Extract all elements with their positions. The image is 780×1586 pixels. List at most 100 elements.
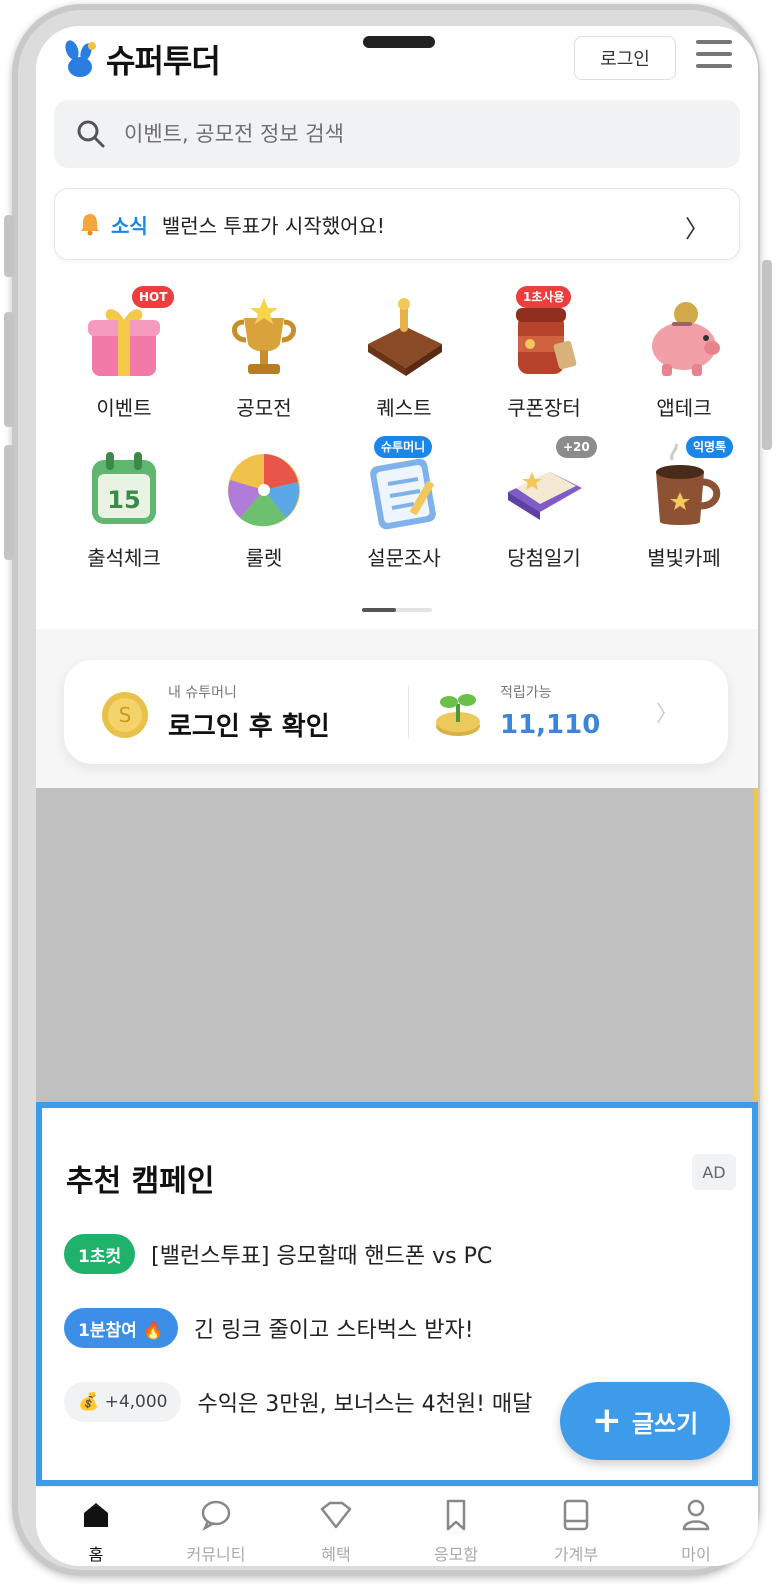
category-badge: 익명톡 [686,436,734,458]
nav-label: 마이 [681,1545,711,1564]
category-starlight-cafe[interactable]: 익명톡 별빛카페 [614,436,754,571]
calendar-icon: 15 [78,442,170,534]
category-survey[interactable]: 슈투머니 설문조사 [334,436,474,571]
nav-label: 홈 [88,1545,104,1564]
phone-volume-up-button [4,312,14,427]
chevron-right-icon: 〉 [685,215,709,243]
money-caption: 적립가능 [500,685,552,701]
category-label: 당첨일기 [507,546,581,570]
category-label: 공모전 [236,396,292,420]
category-label: 퀘스트 [376,396,432,420]
notice-banner[interactable]: 소식 밸런스 투표가 시작했어요! 〉 [54,188,740,260]
nav-label: 커뮤니티 [186,1545,246,1564]
category-apptech[interactable]: 앱테크 [614,292,754,421]
money-available-value: 11,110 [500,710,601,740]
coffee-cup-icon: 1초사용 [498,286,590,384]
category-label: 설문조사 [367,546,441,570]
svg-text:15: 15 [107,486,140,514]
chevron-right-icon: 〉 [655,702,678,727]
money-login-value: 로그인 후 확인 [168,712,330,742]
campaign-item[interactable]: 1분참여 🔥 긴 링크 줄이고 스타벅스 받자! [64,1308,474,1348]
svg-text:S: S [119,703,132,727]
category-badge: 1초사용 [516,286,572,308]
category-event[interactable]: HOT 이벤트 [54,286,194,421]
user-icon [682,1499,710,1531]
nav-entries[interactable]: 응모함 [396,1495,516,1565]
phone-volume-down-button [4,445,14,560]
money-card[interactable]: S 내 슈투머니 로그인 후 확인 적립가능 11,110 〉 [64,660,728,764]
ad-edge-strip [754,788,758,1102]
page-indicator-active [362,608,396,612]
category-contest[interactable]: 공모전 [194,292,334,421]
chat-bubble-icon [201,1500,231,1531]
campaign-item[interactable]: 1초컷 [밸런스투표] 응모할때 핸드폰 vs PC [64,1234,492,1274]
category-roulette[interactable]: 룰렛 [194,442,334,571]
section-title: 추천 캠페인 [66,1164,215,1199]
nav-label: 가계부 [553,1545,599,1564]
roulette-icon [218,442,310,534]
category-attendance[interactable]: 15 출석체크 [54,442,194,571]
category-winning-diary[interactable]: +20 당첨일기 [474,436,614,571]
coin-icon: S [102,692,148,738]
login-button[interactable]: 로그인 [574,36,676,80]
campaign-text: 수익은 3만원, 보너스는 4천원! 매달 [197,1392,533,1417]
ad-label: AD [692,1154,736,1190]
notice-tag: 소식 [111,213,148,238]
survey-icon: 슈투머니 [358,436,450,534]
category-label: 출석체크 [87,546,161,570]
rabbit-logo-icon [65,40,96,77]
phone-side-button [4,215,14,277]
ledger-icon [563,1499,589,1531]
category-label: 별빛카페 [647,546,721,570]
bottom-navigation: 홈 커뮤니티 혜택 응모함 가계부 마이 [36,1486,758,1566]
search-icon [77,120,105,148]
nav-home[interactable]: 홈 [36,1495,156,1565]
home-icon [84,1503,108,1527]
category-label: 이벤트 [96,396,152,420]
campaign-pill: 💰 +4,000 [64,1382,182,1422]
app-logo[interactable]: 슈퍼투더 [62,36,221,82]
campaign-pill: 1초컷 [64,1234,136,1274]
phone-notch [241,26,559,68]
money-divider [408,686,409,738]
page-indicator [362,608,432,612]
nav-label: 혜택 [321,1545,351,1564]
heart-icon [320,1501,352,1529]
ad-placeholder [36,788,758,1102]
campaign-text: 긴 링크 줄이고 스타벅스 받자! [193,1318,474,1343]
category-label: 쿠폰장터 [507,396,581,420]
bell-icon [81,214,99,236]
hamburger-menu-icon[interactable] [696,40,732,76]
category-badge: +20 [556,436,597,458]
trophy-icon [218,292,310,384]
wallet-icon [358,292,450,384]
speaker-grille [363,36,435,48]
category-badge: 슈투머니 [374,436,433,458]
search-bar[interactable] [54,100,740,168]
diary-icon: +20 [498,436,597,534]
category-badge: HOT [132,286,175,308]
money-caption: 내 슈투머니 [168,685,237,701]
app-logo-text: 슈퍼투더 [106,42,221,80]
gift-icon: HOT [78,286,175,384]
piggy-bank-icon [638,292,730,384]
search-input[interactable] [122,121,686,147]
nav-community[interactable]: 커뮤니티 [156,1495,276,1565]
nav-ledger[interactable]: 가계부 [516,1495,636,1565]
campaign-pill: 1분참여 🔥 [64,1308,178,1348]
sprout-coin-icon [436,694,480,736]
category-label: 앱테크 [656,396,712,420]
notice-message: 밸런스 투표가 시작했어요! [161,213,385,238]
phone-screen: 슈퍼투더 로그인 소식 밸런스 투표가 시작했어요! 〉 [36,26,758,1566]
write-post-button[interactable]: + 글쓰기 [560,1382,730,1460]
plus-icon: + [591,1400,622,1441]
nav-benefits[interactable]: 혜택 [276,1495,396,1565]
category-quest[interactable]: 퀘스트 [334,292,474,421]
mug-icon: 익명톡 [638,436,734,534]
bookmark-icon [446,1499,466,1531]
write-label: 글쓰기 [631,1409,699,1438]
campaign-item[interactable]: 💰 +4,000 수익은 3만원, 보너스는 4천원! 매달 [64,1382,532,1422]
category-coupon-market[interactable]: 1초사용 쿠폰장터 [474,286,614,421]
campaign-text: [밸런스투표] 응모할때 핸드폰 vs PC [151,1244,493,1269]
nav-my[interactable]: 마이 [636,1495,756,1565]
